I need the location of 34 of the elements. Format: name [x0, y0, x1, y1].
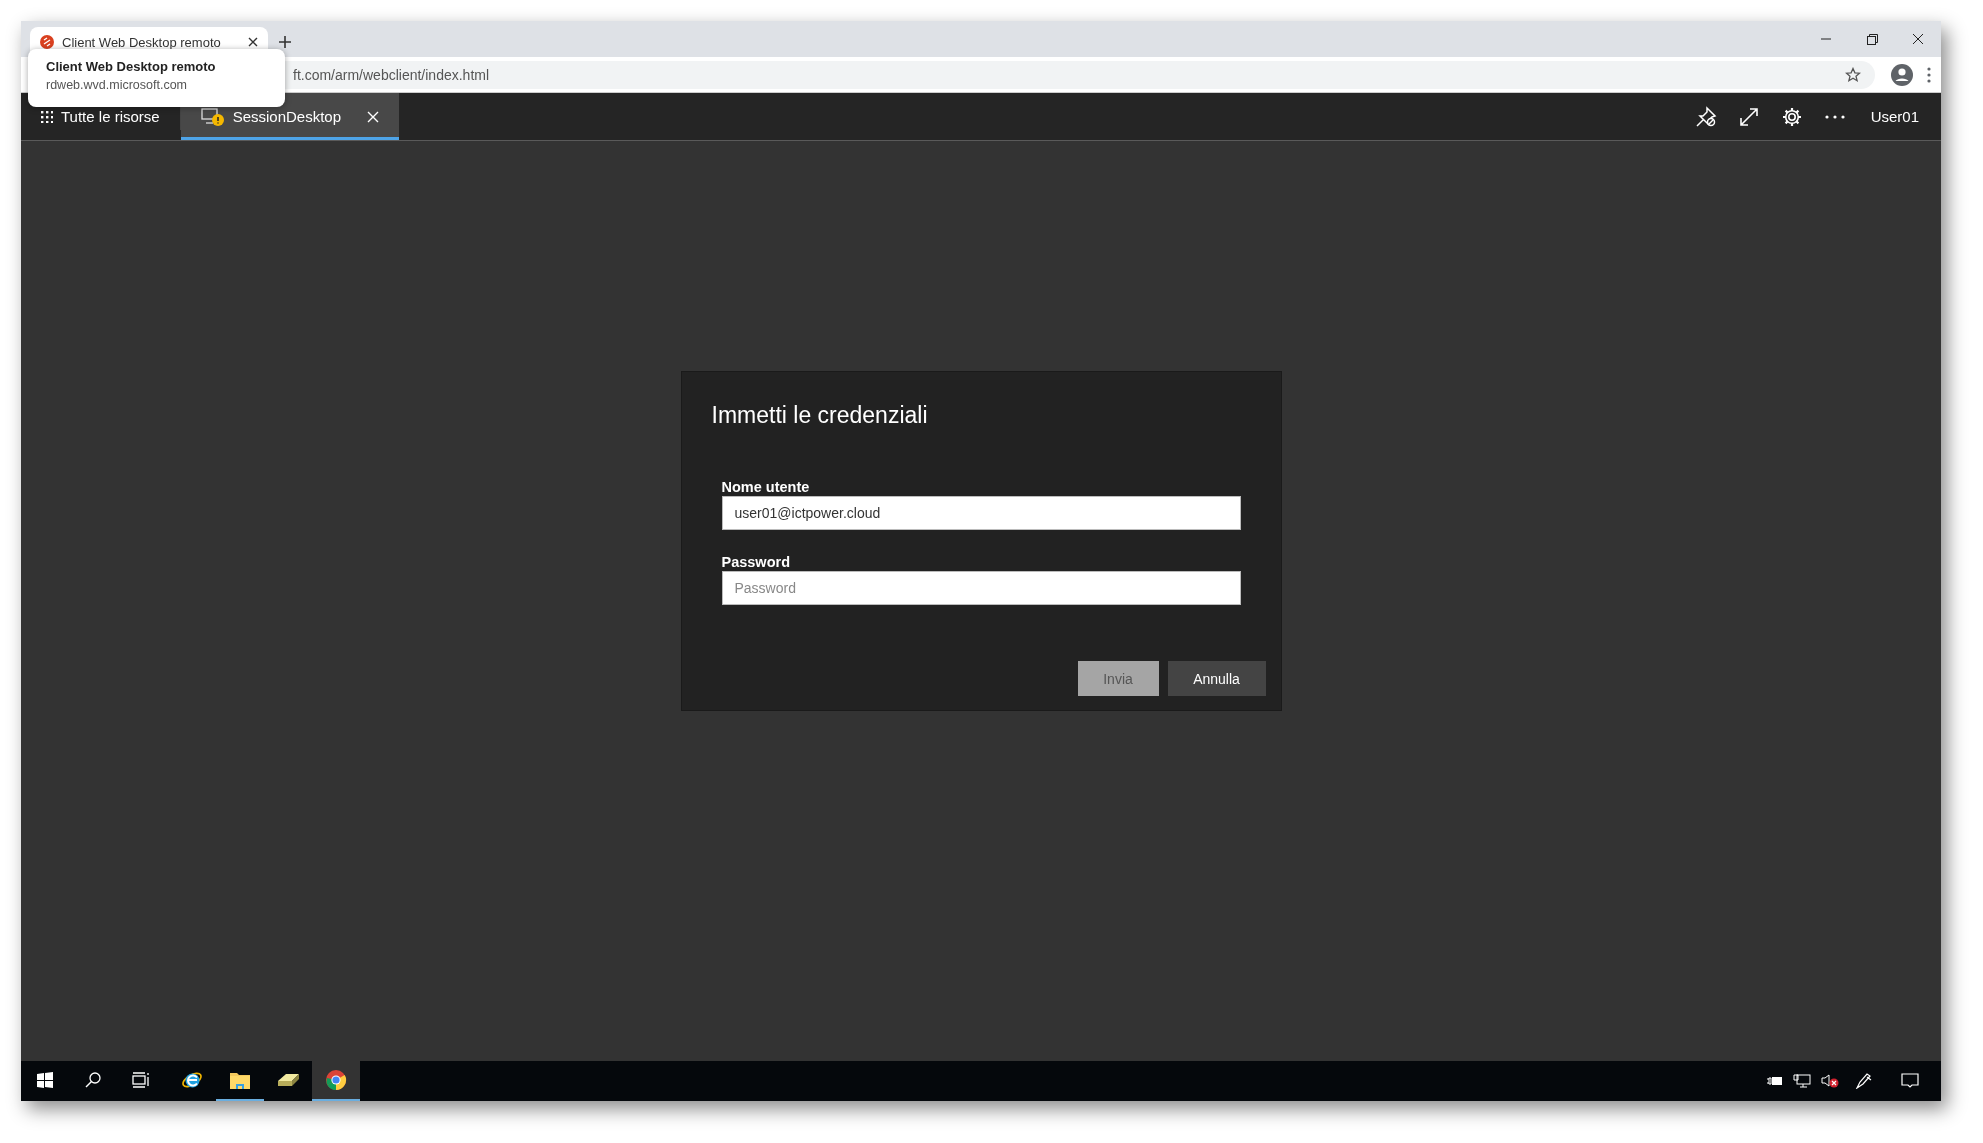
network-icon [1793, 1074, 1811, 1088]
tab-title: Client Web Desktop remoto [62, 34, 222, 50]
grid-icon [41, 110, 53, 123]
input-field[interactable]: user01@ictpower.cloud [721, 496, 1241, 530]
expand-icon[interactable] [1738, 106, 1759, 127]
tooltip-title: Client Web Desktop remoto [46, 59, 217, 74]
battery-icon [1767, 1075, 1783, 1087]
url-text: ft.com/arm/webclient/index.html [293, 66, 491, 83]
drive-icon[interactable] [276, 1073, 300, 1087]
new-tab-icon[interactable] [279, 36, 291, 48]
chrome-icon[interactable] [325, 1069, 347, 1091]
field-label: Nome utente [721, 479, 810, 495]
task-view-icon[interactable] [132, 1072, 150, 1088]
close-icon[interactable] [248, 37, 258, 47]
user-name[interactable]: User01 [1870, 108, 1919, 125]
folder-icon[interactable] [229, 1070, 251, 1090]
settings-icon[interactable] [1780, 105, 1803, 128]
dialog-title: Immetti le credenziali [711, 402, 928, 429]
windows-start-icon[interactable] [37, 1072, 53, 1088]
more-icon[interactable] [1824, 114, 1845, 119]
tooltip-url: rdweb.wvd.microsoft.com [46, 78, 188, 92]
profile-icon[interactable] [1891, 63, 1913, 86]
star-icon[interactable] [1845, 66, 1861, 83]
resource-tab[interactable]: Tutte le risorse [21, 93, 180, 140]
pen-icon [1855, 1073, 1873, 1089]
field-label: Password [721, 554, 790, 570]
unpin-icon[interactable] [1694, 105, 1717, 128]
input-field[interactable]: Password [721, 571, 1241, 605]
menu-icon[interactable] [1927, 66, 1931, 83]
search-icon[interactable] [85, 1072, 101, 1088]
volume-muted-icon [1821, 1074, 1839, 1088]
monitor-warning-icon [200, 107, 225, 126]
dialog-button[interactable]: Annulla [1167, 661, 1266, 696]
notification-icon[interactable] [1901, 1073, 1919, 1089]
